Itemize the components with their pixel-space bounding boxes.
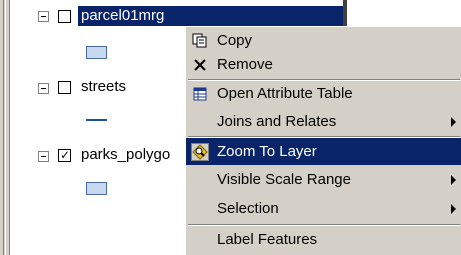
table-icon	[191, 85, 209, 103]
collapse-toggle[interactable]	[38, 11, 49, 22]
layer-label[interactable]: streets	[81, 77, 126, 97]
layer-label[interactable]: parks_polygo	[81, 145, 186, 165]
menu-item-label: Selection	[217, 200, 279, 217]
menu-item-label: Remove	[217, 56, 273, 73]
panel-edge	[0, 0, 10, 255]
menu-item-open-attribute-table[interactable]: Open Attribute Table	[186, 80, 461, 107]
menu-item-zoom-to-layer[interactable]: Zoom To Layer	[186, 138, 461, 165]
copy-icon	[191, 32, 209, 50]
zoom-to-layer-icon	[191, 142, 209, 161]
remove-x-icon	[191, 56, 209, 74]
layer-context-menu: Copy Remove Open Attribute Table Joins a…	[185, 26, 461, 255]
submenu-arrow-icon	[451, 174, 456, 185]
collapse-toggle[interactable]	[38, 151, 49, 162]
layer-visibility-checkbox[interactable]	[58, 81, 71, 94]
polygon-symbol[interactable]	[86, 46, 107, 59]
menu-item-label: Open Attribute Table	[217, 85, 353, 102]
menu-item-label: Copy	[217, 32, 253, 49]
checkmark-icon: ✓	[60, 148, 71, 162]
column-divider	[343, 0, 347, 28]
menu-item-label: Label Features	[217, 231, 318, 248]
layer-visibility-checkbox[interactable]	[58, 10, 71, 23]
menu-item-visible-scale-range[interactable]: Visible Scale Range	[186, 166, 461, 193]
submenu-arrow-icon	[451, 116, 456, 127]
polygon-symbol[interactable]	[86, 182, 107, 195]
menu-item-label: Visible Scale Range	[217, 171, 351, 188]
menu-item-joins-and-relates[interactable]: Joins and Relates	[186, 108, 461, 135]
submenu-arrow-icon	[451, 203, 456, 214]
menu-item-copy[interactable]: Copy	[186, 27, 461, 54]
collapse-toggle[interactable]	[38, 83, 49, 94]
menu-item-label: Zoom To Layer	[217, 143, 317, 160]
menu-item-remove[interactable]: Remove	[186, 51, 461, 78]
menu-item-label: Joins and Relates	[217, 113, 337, 130]
line-symbol[interactable]	[86, 119, 107, 121]
layer-label[interactable]: parcel01mrg	[78, 6, 343, 26]
layer-visibility-checkbox[interactable]: ✓	[58, 148, 71, 162]
menu-item-selection[interactable]: Selection	[186, 195, 461, 222]
menu-item-label-features[interactable]: Label Features	[186, 226, 461, 253]
